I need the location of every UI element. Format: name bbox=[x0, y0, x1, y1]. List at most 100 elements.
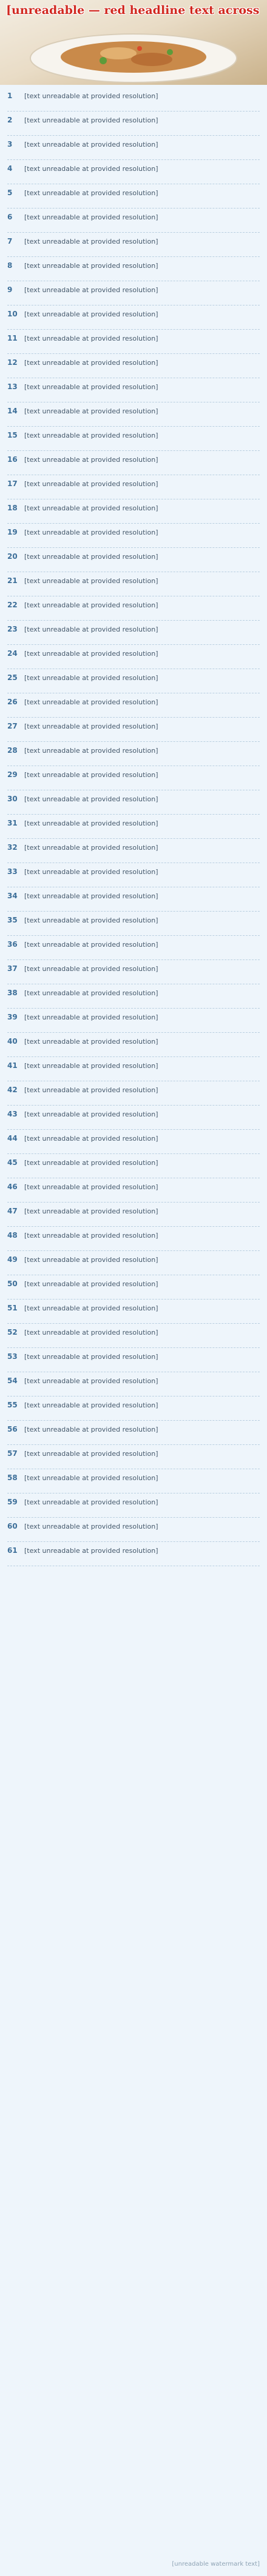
tip-number: 49 bbox=[7, 1255, 18, 1264]
tip-number: 39 bbox=[7, 1013, 18, 1021]
tip-text: [text unreadable at provided resolution] bbox=[24, 650, 158, 658]
list-item: 3 [text unreadable at provided resolution… bbox=[7, 136, 260, 160]
list-item: 26 [text unreadable at provided resolutio… bbox=[7, 693, 260, 718]
tip-number: 9 bbox=[7, 285, 13, 294]
list-item: 54 [text unreadable at provided resolutio… bbox=[7, 1372, 260, 1396]
list-item: 2 [text unreadable at provided resolution… bbox=[7, 112, 260, 136]
tip-text: [text unreadable at provided resolution] bbox=[24, 1110, 158, 1118]
list-item: 61 [text unreadable at provided resolutio… bbox=[7, 1542, 260, 1566]
tip-number: 21 bbox=[7, 576, 18, 585]
tip-text: [text unreadable at provided resolution] bbox=[24, 747, 158, 755]
tip-number: 27 bbox=[7, 722, 18, 730]
tip-text: [text unreadable at provided resolution] bbox=[24, 407, 158, 415]
tip-number: 3 bbox=[7, 140, 13, 148]
list-item: 4 [text unreadable at provided resolution… bbox=[7, 160, 260, 184]
list-item: 7 [text unreadable at provided resolution… bbox=[7, 233, 260, 257]
list-item: 49 [text unreadable at provided resolutio… bbox=[7, 1251, 260, 1275]
tip-number: 51 bbox=[7, 1304, 18, 1312]
list-item: 24 [text unreadable at provided resolutio… bbox=[7, 645, 260, 669]
tip-number: 35 bbox=[7, 916, 18, 924]
tip-number: 37 bbox=[7, 964, 18, 973]
list-item: 43 [text unreadable at provided resolutio… bbox=[7, 1106, 260, 1130]
list-item: 13 [text unreadable at provided resolutio… bbox=[7, 378, 260, 402]
tip-number: 20 bbox=[7, 552, 18, 561]
tip-text: [text unreadable at provided resolution] bbox=[24, 1450, 158, 1458]
list-item: 32 [text unreadable at provided resolutio… bbox=[7, 839, 260, 863]
list-item: 16 [text unreadable at provided resolutio… bbox=[7, 451, 260, 475]
tip-text: [text unreadable at provided resolution] bbox=[24, 989, 158, 997]
tip-text: [text unreadable at provided resolution] bbox=[24, 626, 158, 633]
tip-number: 8 bbox=[7, 261, 13, 270]
tip-text: [text unreadable at provided resolution] bbox=[24, 213, 158, 221]
tip-number: 28 bbox=[7, 746, 18, 755]
tip-text: [text unreadable at provided resolution] bbox=[24, 1474, 158, 1482]
list-item: 55 [text unreadable at provided resolutio… bbox=[7, 1396, 260, 1421]
tip-text: [text unreadable at provided resolution] bbox=[24, 577, 158, 585]
list-item: 51 [text unreadable at provided resolutio… bbox=[7, 1300, 260, 1324]
tip-text: [text unreadable at provided resolution] bbox=[24, 868, 158, 876]
list-item: 31 [text unreadable at provided resolutio… bbox=[7, 815, 260, 839]
tip-number: 58 bbox=[7, 1473, 18, 1482]
tip-number: 11 bbox=[7, 334, 18, 342]
tip-text: [text unreadable at provided resolution] bbox=[24, 1304, 158, 1312]
tip-number: 32 bbox=[7, 843, 18, 852]
tip-text: [text unreadable at provided resolution] bbox=[24, 601, 158, 609]
tip-number: 46 bbox=[7, 1183, 18, 1191]
list-item: 33 [text unreadable at provided resolutio… bbox=[7, 863, 260, 887]
list-item: 50 [text unreadable at provided resolutio… bbox=[7, 1275, 260, 1300]
tip-text: [text unreadable at provided resolution] bbox=[24, 1086, 158, 1094]
tip-text: [text unreadable at provided resolution] bbox=[24, 892, 158, 900]
tip-text: [text unreadable at provided resolution] bbox=[24, 819, 158, 827]
list-item: 25 [text unreadable at provided resolutio… bbox=[7, 669, 260, 693]
tip-number: 43 bbox=[7, 1110, 18, 1118]
tip-number: 55 bbox=[7, 1401, 18, 1409]
tip-number: 53 bbox=[7, 1352, 18, 1361]
list-item: 20 [text unreadable at provided resolutio… bbox=[7, 548, 260, 572]
tip-text: [text unreadable at provided resolution] bbox=[24, 1377, 158, 1385]
tip-text: [text unreadable at provided resolution] bbox=[24, 941, 158, 949]
tip-number: 38 bbox=[7, 989, 18, 997]
list-item: 37 [text unreadable at provided resolutio… bbox=[7, 960, 260, 984]
tip-number: 52 bbox=[7, 1328, 18, 1336]
tip-number: 60 bbox=[7, 1522, 18, 1530]
list-item: 46 [text unreadable at provided resolutio… bbox=[7, 1178, 260, 1203]
tip-number: 2 bbox=[7, 116, 13, 124]
list-item: 44 [text unreadable at provided resolutio… bbox=[7, 1130, 260, 1154]
list-item: 35 [text unreadable at provided resolutio… bbox=[7, 912, 260, 936]
tip-text: [text unreadable at provided resolution] bbox=[24, 504, 158, 512]
tip-text: [text unreadable at provided resolution] bbox=[24, 238, 158, 245]
list-item: 11 [text unreadable at provided resolutio… bbox=[7, 330, 260, 354]
tip-text: [text unreadable at provided resolution] bbox=[24, 1329, 158, 1336]
list-item: 48 [text unreadable at provided resolutio… bbox=[7, 1227, 260, 1251]
tip-number: 57 bbox=[7, 1449, 18, 1458]
tip-text: [text unreadable at provided resolution] bbox=[24, 432, 158, 439]
list-item: 56 [text unreadable at provided resolutio… bbox=[7, 1421, 260, 1445]
list-item: 53 [text unreadable at provided resolutio… bbox=[7, 1348, 260, 1372]
list-item: 30 [text unreadable at provided resolutio… bbox=[7, 790, 260, 815]
tip-text: [text unreadable at provided resolution] bbox=[24, 1523, 158, 1530]
tips-list: 1 [text unreadable at provided resolution… bbox=[0, 85, 267, 2558]
tip-text: [text unreadable at provided resolution] bbox=[24, 722, 158, 730]
tip-text: [text unreadable at provided resolution] bbox=[24, 1183, 158, 1191]
list-item: 5 [text unreadable at provided resolution… bbox=[7, 184, 260, 209]
tip-text: [text unreadable at provided resolution] bbox=[24, 1135, 158, 1143]
tip-text: [text unreadable at provided resolution] bbox=[24, 529, 158, 536]
tip-text: [text unreadable at provided resolution] bbox=[24, 844, 158, 852]
tip-text: [text unreadable at provided resolution] bbox=[24, 165, 158, 173]
tip-number: 47 bbox=[7, 1207, 18, 1215]
tip-number: 48 bbox=[7, 1231, 18, 1240]
list-item: 18 [text unreadable at provided resolutio… bbox=[7, 499, 260, 524]
tip-text: [text unreadable at provided resolution] bbox=[24, 286, 158, 294]
list-item: 8 [text unreadable at provided resolution… bbox=[7, 257, 260, 281]
tip-number: 12 bbox=[7, 358, 18, 367]
tip-number: 17 bbox=[7, 479, 18, 488]
tip-number: 59 bbox=[7, 1498, 18, 1506]
tip-text: [text unreadable at provided resolution] bbox=[24, 189, 158, 197]
list-item: 22 [text unreadable at provided resolutio… bbox=[7, 596, 260, 621]
tip-number: 41 bbox=[7, 1061, 18, 1070]
tip-text: [text unreadable at provided resolution] bbox=[24, 1159, 158, 1167]
list-item: 12 [text unreadable at provided resolutio… bbox=[7, 354, 260, 378]
tip-number: 5 bbox=[7, 189, 13, 197]
tip-text: [text unreadable at provided resolution] bbox=[24, 1207, 158, 1215]
tip-number: 23 bbox=[7, 625, 18, 633]
